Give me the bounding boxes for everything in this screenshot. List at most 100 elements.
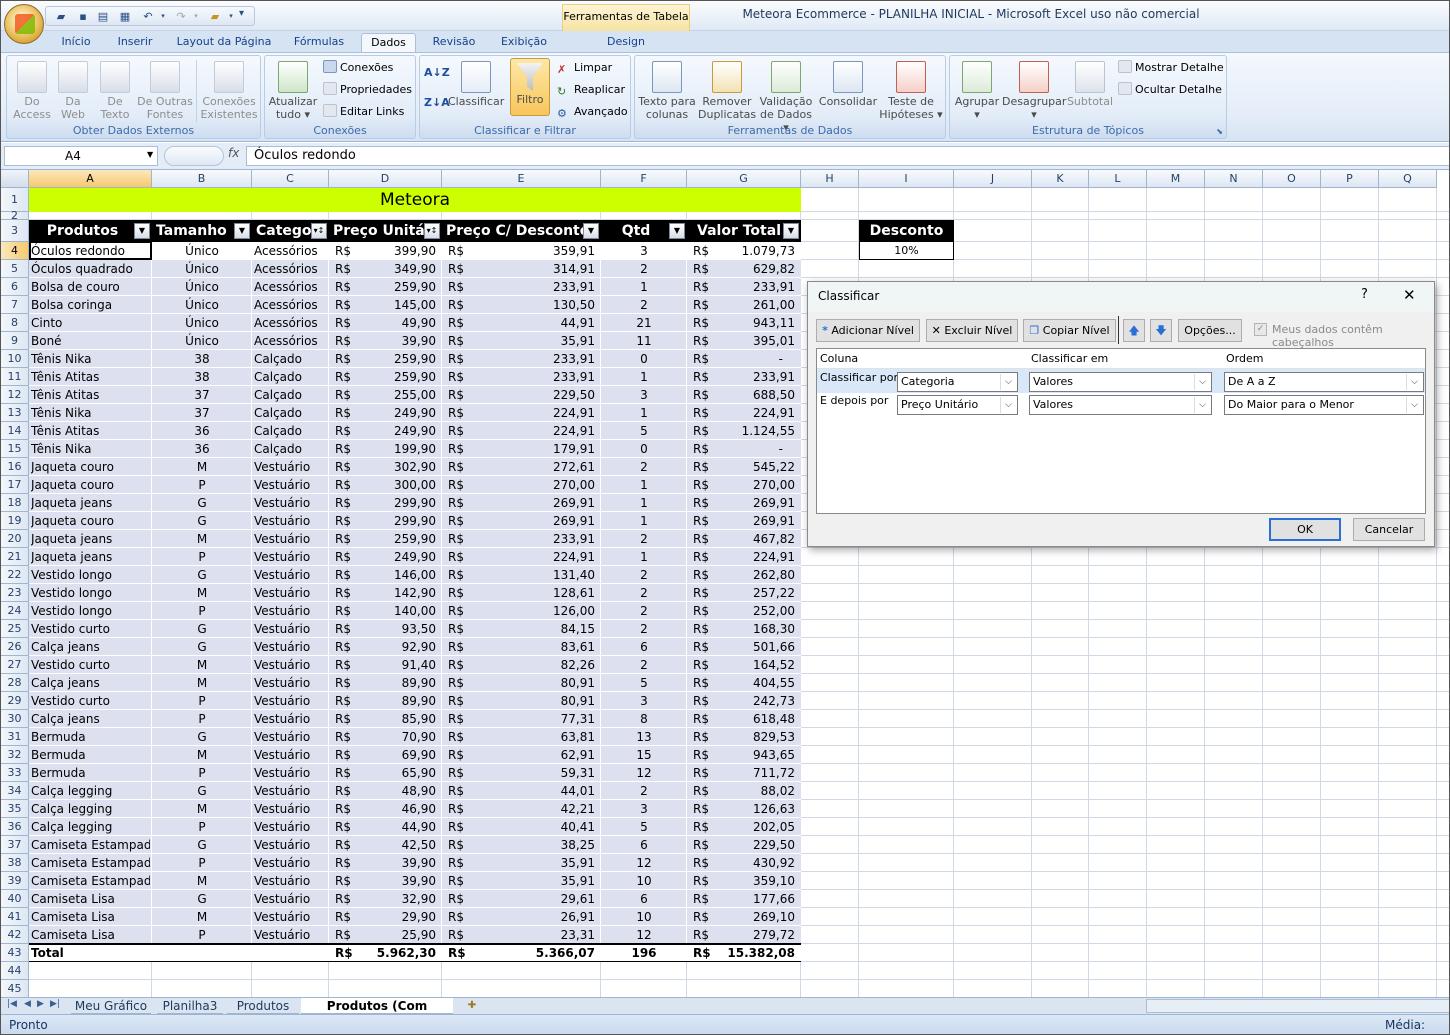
cell-qtd[interactable]: 2 bbox=[601, 782, 687, 800]
advanced-button[interactable]: ⚙ Avançado bbox=[557, 104, 628, 120]
cell-categoria[interactable]: Vestuário bbox=[254, 584, 327, 602]
cell-categoria[interactable]: Acessórios bbox=[254, 296, 327, 314]
cell-preco-desconto[interactable]: 233,91 bbox=[442, 530, 595, 548]
cell-categoria[interactable]: Vestuário bbox=[254, 710, 327, 728]
cell-preco[interactable]: 25,90 bbox=[329, 926, 436, 944]
level-1-order-select[interactable]: De A a Z ⌵ bbox=[1224, 372, 1424, 392]
cell-tamanho[interactable]: P bbox=[152, 764, 252, 782]
cell-preco[interactable]: 92,90 bbox=[329, 638, 436, 656]
cell-produto[interactable]: Vestido longo bbox=[31, 584, 150, 602]
cell-qtd[interactable]: 2 bbox=[601, 260, 687, 278]
cell-tamanho[interactable]: M bbox=[152, 674, 252, 692]
cell-qtd[interactable]: 12 bbox=[601, 854, 687, 872]
row-header-27[interactable]: 27 bbox=[1, 656, 29, 674]
cell-preco[interactable]: 259,90 bbox=[329, 278, 436, 296]
tab-layout[interactable]: Layout da Página bbox=[171, 33, 277, 53]
tab-inicio[interactable]: Início bbox=[53, 33, 99, 53]
cell-valor-total[interactable]: 269,91 bbox=[687, 494, 801, 512]
cell-tamanho[interactable]: M bbox=[152, 458, 252, 476]
row-header-19[interactable]: 19 bbox=[1, 512, 29, 530]
cell-produto[interactable]: Calça jeans bbox=[31, 710, 150, 728]
column-header-o[interactable]: O bbox=[1263, 170, 1321, 188]
tab-design[interactable]: Design bbox=[597, 33, 655, 53]
folder-icon[interactable]: ▰ bbox=[208, 10, 222, 23]
cell-produto[interactable]: Jaqueta couro bbox=[31, 458, 150, 476]
horizontal-scrollbar[interactable] bbox=[1146, 999, 1449, 1013]
row-header-10[interactable]: 10 bbox=[1, 350, 29, 368]
close-icon[interactable]: ✕ bbox=[1403, 286, 1416, 304]
select-all-corner[interactable] bbox=[1, 170, 29, 188]
cell-categoria[interactable]: Calçado bbox=[254, 404, 327, 422]
row-header-14[interactable]: 14 bbox=[1, 422, 29, 440]
cell-produto[interactable]: Vestido curto bbox=[31, 692, 150, 710]
cell-tamanho[interactable]: G bbox=[152, 494, 252, 512]
cell-preco-desconto[interactable]: 130,50 bbox=[442, 296, 595, 314]
row-header-37[interactable]: 37 bbox=[1, 836, 29, 854]
row-header-35[interactable]: 35 bbox=[1, 800, 29, 818]
cell-qtd[interactable]: 2 bbox=[601, 566, 687, 584]
desconto-header[interactable]: Desconto bbox=[859, 220, 954, 242]
cell-preco[interactable]: 299,90 bbox=[329, 494, 436, 512]
cell-qtd[interactable]: 3 bbox=[601, 242, 687, 260]
cell-tamanho[interactable]: M bbox=[152, 800, 252, 818]
cell-qtd[interactable]: 12 bbox=[601, 926, 687, 944]
cell-qtd[interactable]: 1 bbox=[601, 512, 687, 530]
row-header-22[interactable]: 22 bbox=[1, 566, 29, 584]
cell-categoria[interactable]: Vestuário bbox=[254, 566, 327, 584]
cell-preco[interactable]: 39,90 bbox=[329, 332, 436, 350]
cell-preco[interactable]: 70,90 bbox=[329, 728, 436, 746]
cell-preco[interactable]: 259,90 bbox=[329, 368, 436, 386]
cell-qtd[interactable]: 2 bbox=[601, 620, 687, 638]
row-header-31[interactable]: 31 bbox=[1, 728, 29, 746]
cell-preco[interactable]: 259,90 bbox=[329, 350, 436, 368]
ungroup-button[interactable]: Desagrupar ▾ bbox=[1002, 56, 1066, 121]
cell-qtd[interactable]: 5 bbox=[601, 818, 687, 836]
cell-qtd[interactable]: 13 bbox=[601, 728, 687, 746]
tab-dados[interactable]: Dados bbox=[361, 33, 416, 53]
cell-valor-total[interactable]: 269,10 bbox=[687, 908, 801, 926]
cell-valor-total[interactable]: 270,00 bbox=[687, 476, 801, 494]
dialog-launcher-icon[interactable]: ⬊ bbox=[1216, 127, 1223, 136]
cell-tamanho[interactable]: P bbox=[152, 854, 252, 872]
cell-preco[interactable]: 42,50 bbox=[329, 836, 436, 854]
cell-qtd[interactable]: 6 bbox=[601, 890, 687, 908]
cell-preco[interactable]: 91,40 bbox=[329, 656, 436, 674]
cell-valor-total[interactable]: 430,92 bbox=[687, 854, 801, 872]
other-sources-button[interactable]: De Outras Fontes bbox=[135, 56, 195, 121]
ok-button[interactable]: OK bbox=[1269, 518, 1341, 541]
cell-tamanho[interactable]: G bbox=[152, 728, 252, 746]
cell-categoria[interactable]: Vestuário bbox=[254, 926, 327, 944]
insert-sheet-icon[interactable]: ✚ bbox=[463, 998, 481, 1013]
column-header-c[interactable]: C bbox=[252, 170, 329, 188]
cell-qtd[interactable]: 8 bbox=[601, 710, 687, 728]
cell-categoria[interactable]: Vestuário bbox=[254, 620, 327, 638]
cell-qtd[interactable]: 6 bbox=[601, 638, 687, 656]
cell-tamanho[interactable]: P bbox=[152, 818, 252, 836]
subtotal-button[interactable]: Subtotal bbox=[1066, 56, 1114, 108]
save-icon[interactable]: ▪ bbox=[76, 10, 90, 23]
cell-preco[interactable]: 44,90 bbox=[329, 818, 436, 836]
column-header-h[interactable]: H bbox=[801, 170, 859, 188]
cell-preco-desconto[interactable]: 179,91 bbox=[442, 440, 595, 458]
print-preview-icon[interactable]: ▦ bbox=[118, 10, 132, 23]
cell-preco[interactable]: 349,90 bbox=[329, 260, 436, 278]
cell-preco-desconto[interactable]: 131,40 bbox=[442, 566, 595, 584]
cell-tamanho[interactable]: G bbox=[152, 512, 252, 530]
options-button[interactable]: Opções... bbox=[1178, 319, 1242, 342]
cell-produto[interactable]: Vestido curto bbox=[31, 656, 150, 674]
cell-valor-total[interactable]: 629,82 bbox=[687, 260, 801, 278]
cell-tamanho[interactable]: Único bbox=[152, 260, 252, 278]
cell-preco[interactable]: 255,00 bbox=[329, 386, 436, 404]
cell-qtd[interactable]: 3 bbox=[601, 386, 687, 404]
cell-preco[interactable]: 140,00 bbox=[329, 602, 436, 620]
cell-valor-total[interactable]: 257,22 bbox=[687, 584, 801, 602]
cell-preco-desconto[interactable]: 77,31 bbox=[442, 710, 595, 728]
cell-valor-total[interactable]: 242,73 bbox=[687, 692, 801, 710]
cell-tamanho[interactable]: 38 bbox=[152, 368, 252, 386]
filter-dropdown-icon[interactable]: ▼ bbox=[134, 223, 150, 239]
cell-qtd[interactable]: 2 bbox=[601, 530, 687, 548]
cell-tamanho[interactable]: G bbox=[152, 836, 252, 854]
cell-valor-total[interactable]: 943,65 bbox=[687, 746, 801, 764]
cell-produto[interactable]: Calça jeans bbox=[31, 674, 150, 692]
redo-icon[interactable]: ↷ bbox=[174, 10, 188, 23]
